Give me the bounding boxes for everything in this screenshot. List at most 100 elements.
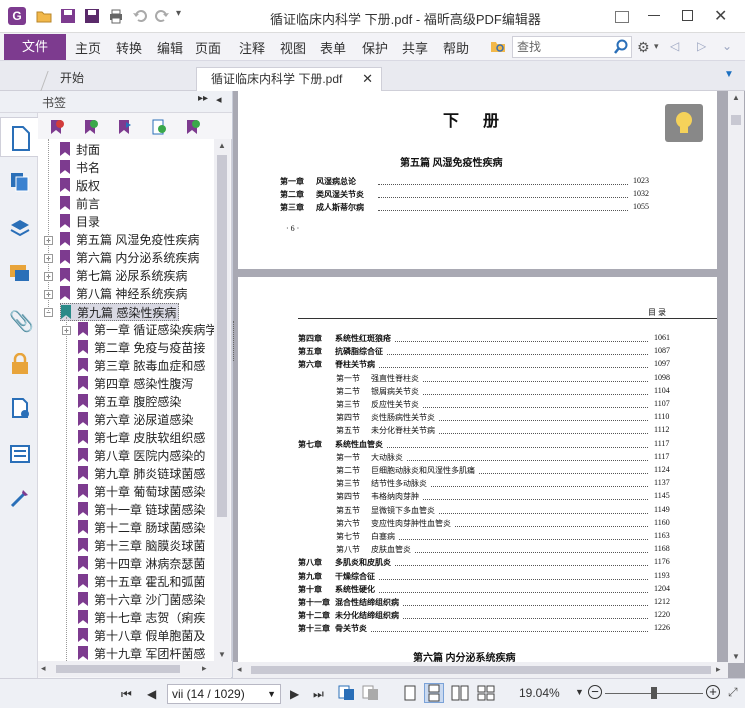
save-as-icon[interactable]: [84, 8, 100, 24]
menu-share[interactable]: 共享: [402, 38, 428, 57]
bookmark-item[interactable]: 第六章 泌尿道感染: [78, 411, 193, 429]
bookmark-item[interactable]: 第三章 脓毒血症和感: [78, 357, 205, 375]
menu-help[interactable]: 帮助: [443, 38, 469, 57]
bookmark-item[interactable]: 版权: [60, 177, 100, 195]
promote-bookmark-icon[interactable]: [152, 119, 166, 138]
menu-view[interactable]: 视图: [280, 38, 306, 57]
bookmark-vertical-scrollbar[interactable]: ▲ ▼: [214, 139, 230, 661]
previous-page-icon[interactable]: ◀: [147, 687, 156, 701]
bookmark-item[interactable]: 第九篇 感染性疾病: [60, 303, 180, 321]
bookmark-item[interactable]: 书名: [60, 159, 100, 177]
tab-start[interactable]: 开始: [46, 67, 186, 91]
next-page-icon[interactable]: ▶: [290, 687, 299, 701]
bookmark-item[interactable]: 第十三章 脑膜炎球菌: [78, 537, 205, 555]
redo-icon[interactable]: [154, 8, 170, 24]
expand-bookmark-icon[interactable]: [186, 119, 200, 138]
bookmark-item[interactable]: 第十四章 淋病奈瑟菌: [78, 555, 205, 573]
zoom-dropdown-icon[interactable]: ▼: [575, 687, 584, 697]
menu-form[interactable]: 表单: [320, 38, 346, 57]
previous-view-icon[interactable]: [338, 685, 356, 704]
security-panel-icon[interactable]: [9, 352, 31, 375]
single-page-view-icon[interactable]: [403, 685, 417, 704]
first-page-icon[interactable]: ⏮: [121, 687, 132, 702]
undo-icon[interactable]: [132, 8, 148, 24]
doc-scroll-right-arrow[interactable]: ▸: [716, 664, 721, 675]
scroll-left-arrow[interactable]: ◂: [41, 663, 46, 674]
save-icon[interactable]: [60, 8, 76, 24]
bookmark-item[interactable]: 第六篇 内分泌系统疾病: [60, 249, 199, 267]
attachments-panel-icon[interactable]: 📎: [9, 309, 34, 333]
doc-scroll-up-arrow[interactable]: ▲: [732, 93, 740, 102]
zoom-in-icon[interactable]: +: [706, 685, 720, 699]
last-page-icon[interactable]: ⏭: [313, 687, 324, 702]
delete-bookmark-icon[interactable]: [50, 119, 64, 138]
bookmark-item[interactable]: 封面: [60, 141, 100, 159]
print-icon[interactable]: [108, 8, 124, 24]
tips-button[interactable]: [665, 104, 703, 142]
add-child-bookmark-icon[interactable]: [118, 119, 132, 138]
continuous-view-icon[interactable]: [424, 683, 444, 703]
bookmark-item[interactable]: 第二章 免疫与疫苗接: [78, 339, 205, 357]
bookmark-item[interactable]: 第八章 医院内感染的: [78, 447, 205, 465]
doc-h-scrollbar-thumb[interactable]: [251, 666, 711, 674]
page-select-dropdown-icon[interactable]: ▼: [267, 685, 276, 703]
menu-home[interactable]: 主页: [75, 38, 101, 57]
bookmark-item[interactable]: 第十一章 链球菌感染: [78, 501, 205, 519]
layers-panel-icon[interactable]: [9, 217, 31, 239]
comments-panel-icon[interactable]: [9, 263, 31, 285]
bookmark-item[interactable]: 第十二章 肠球菌感染: [78, 519, 205, 537]
previous-result-icon[interactable]: ◁: [670, 39, 679, 53]
close-tab-icon[interactable]: ✕: [362, 68, 373, 90]
gear-icon[interactable]: ⚙: [637, 39, 650, 56]
search-icon[interactable]: [613, 39, 629, 58]
tab-list-dropdown-icon[interactable]: ▼: [724, 69, 734, 80]
page-number-select[interactable]: vii (14 / 1029) ▼: [167, 684, 281, 704]
facing-view-icon[interactable]: [451, 685, 469, 704]
zoom-slider-thumb[interactable]: [651, 687, 657, 699]
bookmark-item[interactable]: 第七篇 泌尿系统疾病: [60, 267, 187, 285]
bookmark-item[interactable]: 第十章 葡萄球菌感染: [78, 483, 205, 501]
scroll-down-arrow[interactable]: ▼: [218, 650, 226, 659]
bookmark-item[interactable]: 第一章 循证感染疾病学: [78, 321, 214, 339]
pages-panel-icon[interactable]: [9, 171, 31, 193]
ribbon-toggle-icon[interactable]: [615, 11, 629, 23]
scrollbar-thumb[interactable]: [217, 155, 227, 517]
zoom-level[interactable]: 19.04%: [519, 686, 560, 700]
fullscreen-icon[interactable]: ⤢: [728, 685, 738, 700]
bookmark-item[interactable]: 第十九章 军团杆菌感: [78, 645, 205, 661]
maximize-button[interactable]: [682, 10, 693, 21]
find-folder-icon[interactable]: [490, 39, 506, 53]
bookmark-item[interactable]: 第八篇 神经系统疾病: [60, 285, 187, 303]
bookmark-item[interactable]: 第十五章 霍乱和弧菌: [78, 573, 205, 591]
signatures-panel-icon[interactable]: [9, 397, 31, 419]
splitter-handle[interactable]: [233, 321, 236, 361]
doc-horizontal-scrollbar[interactable]: ◂ ▸: [233, 662, 728, 678]
menu-edit[interactable]: 编辑: [157, 38, 183, 57]
menu-protect[interactable]: 保护: [362, 38, 388, 57]
tools-panel-icon[interactable]: [9, 487, 31, 509]
close-button[interactable]: ✕: [714, 6, 730, 25]
gear-dropdown-icon[interactable]: ▾: [654, 41, 659, 52]
bookmark-item[interactable]: 第九章 肺炎链球菌感: [78, 465, 205, 483]
bookmark-item[interactable]: 目录: [60, 213, 100, 231]
bookmark-item[interactable]: 第四章 感染性腹泻: [78, 375, 193, 393]
doc-vertical-scrollbar[interactable]: ▲ ▼: [728, 91, 744, 663]
menu-convert[interactable]: 转换: [116, 38, 142, 57]
collapse-ribbon-icon[interactable]: ⌄: [722, 39, 732, 53]
bookmark-item[interactable]: 前言: [60, 195, 100, 213]
minimize-button[interactable]: [648, 15, 660, 16]
collapse-panel-icon[interactable]: ▸▸: [198, 93, 208, 104]
content-panel-icon[interactable]: [9, 443, 31, 465]
scroll-up-arrow[interactable]: ▲: [218, 141, 226, 150]
doc-scrollbar-thumb[interactable]: [731, 115, 741, 125]
next-result-icon[interactable]: ▷: [697, 39, 706, 53]
next-view-icon[interactable]: [362, 685, 380, 704]
zoom-out-icon[interactable]: −: [588, 685, 602, 699]
doc-scroll-left-arrow[interactable]: ◂: [237, 664, 242, 675]
open-icon[interactable]: [36, 8, 52, 24]
customize-dropdown-icon[interactable]: ▾: [176, 8, 192, 24]
menu-page[interactable]: 页面: [195, 38, 221, 57]
bookmark-item[interactable]: 第十八章 假单胞菌及: [78, 627, 205, 645]
add-bookmark-icon[interactable]: [84, 119, 98, 138]
menu-comment[interactable]: 注释: [239, 38, 265, 57]
